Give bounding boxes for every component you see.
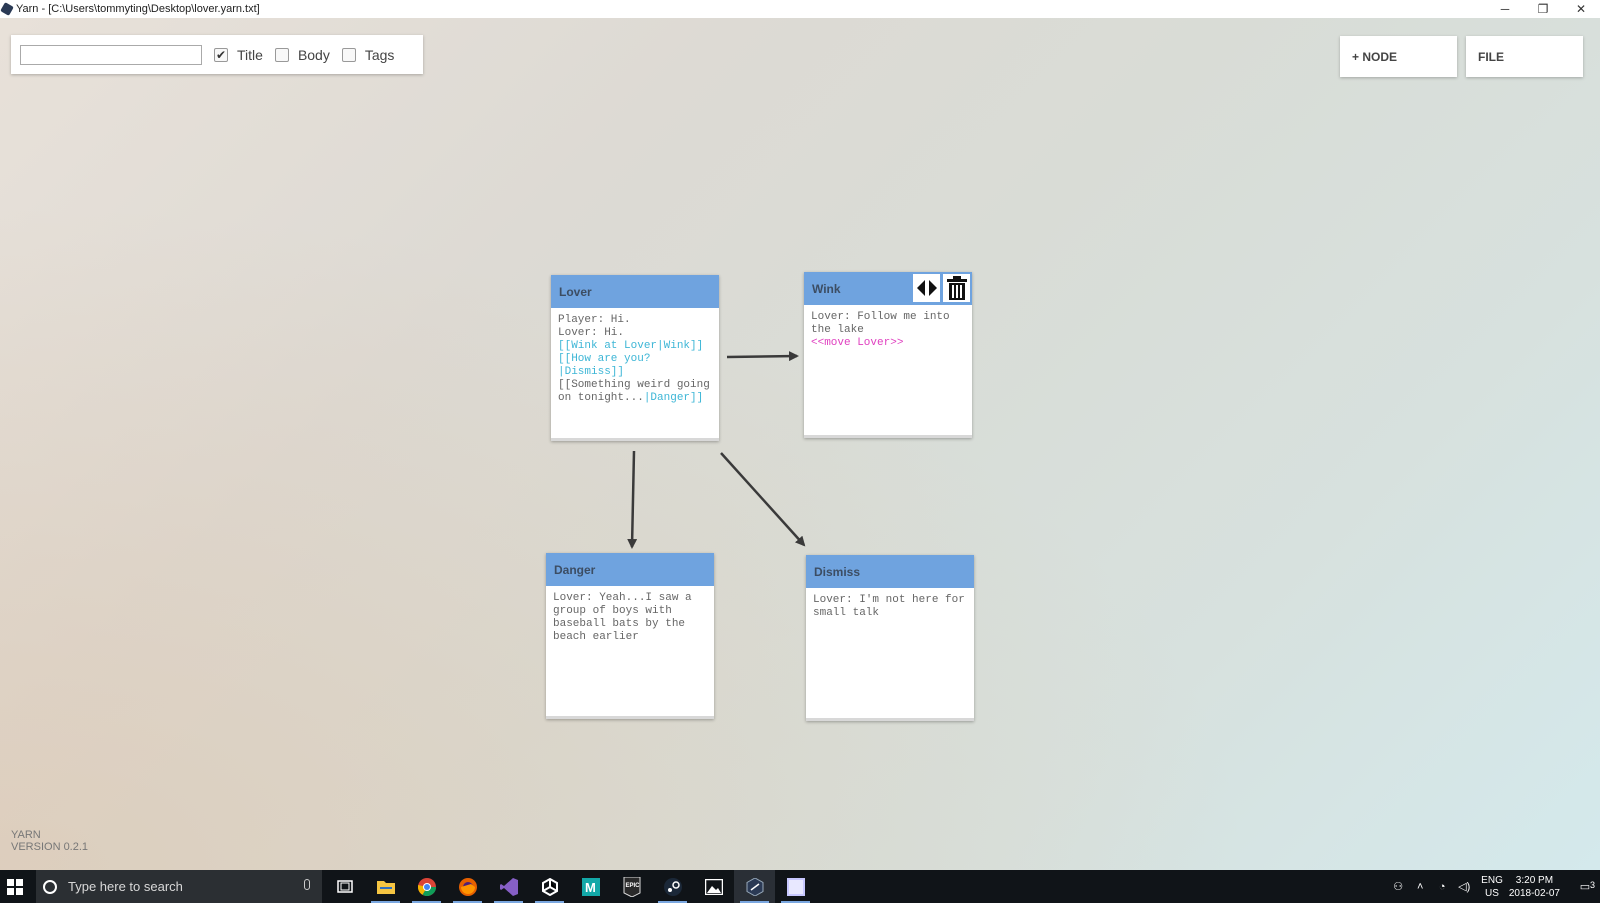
node-canvas[interactable]: ✔ Title Body Tags + NODE FILE Lover Play…	[0, 18, 1600, 870]
close-button[interactable]: ✕	[1562, 0, 1600, 18]
command-line: <<move Lover>>	[811, 337, 904, 349]
node-title[interactable]: Lover	[551, 275, 719, 308]
folder-icon	[376, 881, 395, 894]
cortana-icon	[43, 879, 57, 894]
arrow-lover-to-wink	[726, 351, 799, 362]
notepad-button[interactable]	[775, 870, 816, 903]
volume-icon[interactable]: ◁)	[1453, 880, 1475, 893]
link-text: [[How are you?	[558, 353, 651, 365]
arrow-lover-to-danger	[627, 450, 638, 549]
node-body[interactable]: Lover: I'm not here for small talk	[806, 588, 974, 620]
arrow-lover-to-dismiss	[720, 452, 806, 547]
trash-icon	[946, 276, 967, 300]
microphone-icon[interactable]	[304, 879, 310, 890]
window-controls: ─ ❐ ✕	[1486, 0, 1600, 18]
node-link: [[Wink at Lover|Wink]]	[558, 340, 713, 353]
notepad-icon	[786, 877, 805, 896]
yarn-taskbar-button[interactable]	[734, 870, 775, 903]
taskbar-apps: M EPIC	[324, 870, 816, 903]
app-name: YARN	[11, 829, 41, 841]
file-explorer-button[interactable]	[365, 870, 406, 903]
arrows-left-right-icon	[916, 280, 937, 296]
notification-count: 3	[1589, 880, 1595, 890]
body-line: Lover: Yeah...I saw a group of boys with…	[553, 592, 699, 643]
link-text: [[Wink at Lover	[558, 340, 658, 352]
node-title[interactable]: Danger	[546, 553, 714, 586]
unity-button[interactable]	[529, 870, 570, 903]
minimize-button[interactable]: ─	[1486, 0, 1524, 18]
yarn-icon	[746, 877, 763, 896]
node-link: [[Something weird going on tonight...|Da…	[558, 379, 713, 405]
people-icon[interactable]: ⚇	[1387, 880, 1409, 893]
notification-center-button[interactable]: ▭ 3	[1570, 880, 1600, 893]
window-title: Yarn - [C:\Users\tommyting\Desktop\lover…	[16, 3, 260, 15]
version-number: VERSION 0.2.1	[11, 841, 89, 853]
clock[interactable]: 3:20 PM 2018-02-07	[1509, 874, 1560, 900]
node-body[interactable]: Lover: Yeah...I saw a group of boys with…	[546, 586, 714, 644]
chevron-up-icon[interactable]: ˄	[1409, 881, 1431, 893]
clock-date: 2018-02-07	[1508, 887, 1560, 899]
firefox-icon	[458, 877, 477, 896]
node-tools	[910, 274, 970, 302]
visual-studio-icon	[499, 877, 518, 896]
chat-icon: ▭	[1579, 881, 1591, 893]
firefox-button[interactable]	[447, 870, 488, 903]
version-info: YARN VERSION 0.2.1	[11, 829, 88, 853]
link-target: |Wink]]	[657, 340, 704, 352]
epic-games-button[interactable]: EPIC	[611, 870, 652, 903]
steam-button[interactable]	[652, 870, 693, 903]
lang-top: ENG	[1481, 874, 1503, 886]
color-cycle-button[interactable]	[913, 274, 940, 302]
body-line: Player: Hi.	[558, 314, 631, 326]
node-danger[interactable]: Danger Lover: Yeah...I saw a group of bo…	[546, 553, 714, 719]
chrome-icon	[417, 877, 436, 896]
photos-icon	[704, 878, 723, 895]
clock-time: 3:20 PM	[1515, 874, 1554, 886]
system-tray: ⚇ ˄ ◔ ◁) ENG US 3:20 PM 2018-02-07 ▭ 3	[1387, 870, 1600, 903]
window-titlebar: Yarn - [C:\Users\tommyting\Desktop\lover…	[0, 0, 1600, 18]
start-button[interactable]	[0, 870, 30, 903]
node-body[interactable]: Lover: Follow me into the lake <<move Lov…	[804, 305, 972, 350]
restore-button[interactable]: ❐	[1524, 0, 1562, 18]
node-title-text: Wink	[812, 281, 841, 296]
task-view-icon	[336, 879, 353, 893]
language-indicator[interactable]: ENG US	[1481, 874, 1503, 900]
node-wink[interactable]: Wink Lover: Follow me into the lake <<mo…	[804, 272, 972, 438]
link-target: |Danger]]	[643, 392, 704, 404]
network-icon[interactable]: ◔	[1431, 881, 1453, 893]
connection-arrows	[627, 351, 806, 549]
node-body[interactable]: Player: Hi. Lover: Hi. [[Wink at Lover|Win…	[551, 308, 719, 405]
body-line: Lover: Hi.	[558, 327, 625, 339]
body-line: Lover: Follow me into the lake	[811, 311, 957, 336]
photos-button[interactable]	[693, 870, 734, 903]
epic-games-icon: EPIC	[623, 876, 640, 897]
chrome-button[interactable]	[406, 870, 447, 903]
lang-bottom: US	[1485, 887, 1499, 899]
task-view-button[interactable]	[324, 870, 365, 903]
maya-button[interactable]: M	[570, 870, 611, 903]
node-title[interactable]: Dismiss	[806, 555, 974, 588]
node-link: [[How are you?|Dismiss]]	[558, 353, 713, 379]
body-line: Lover: I'm not here for small talk	[813, 594, 972, 619]
node-dismiss[interactable]: Dismiss Lover: I'm not here for small ta…	[806, 555, 974, 721]
taskbar-search[interactable]: Type here to search	[36, 870, 322, 903]
svg-text:M: M	[585, 880, 596, 895]
svg-text:EPIC: EPIC	[625, 883, 640, 889]
node-title[interactable]: Wink	[804, 272, 972, 305]
unity-icon	[541, 877, 558, 896]
delete-node-button[interactable]	[943, 274, 970, 302]
visual-studio-button[interactable]	[488, 870, 529, 903]
maya-icon: M	[581, 877, 600, 896]
link-target: |Dismiss]]	[558, 366, 625, 378]
taskbar: Type here to search M EPIC ⚇ ˄ ◔ ◁) ENG …	[0, 870, 1600, 903]
steam-icon	[663, 877, 682, 896]
windows-icon	[7, 878, 23, 895]
node-lover[interactable]: Lover Player: Hi. Lover: Hi. [[Wink at Lov…	[551, 275, 719, 441]
taskbar-search-placeholder: Type here to search	[68, 879, 183, 894]
yarn-app-icon	[0, 2, 14, 16]
